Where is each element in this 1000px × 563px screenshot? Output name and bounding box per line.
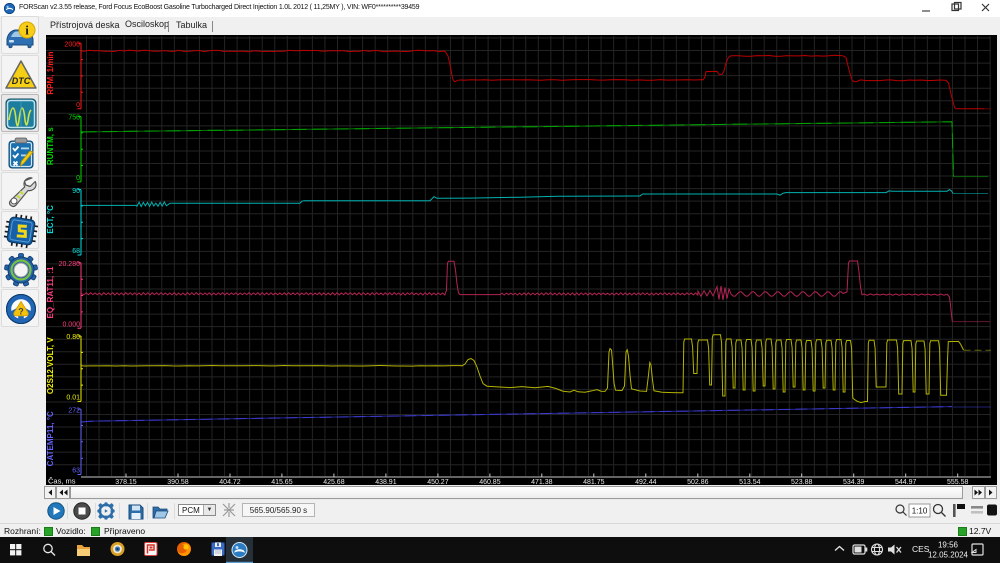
- svg-text:ECT, °C: ECT, °C: [46, 205, 55, 234]
- svg-text:68: 68: [72, 248, 80, 255]
- svg-text:1:10: 1:10: [912, 507, 928, 516]
- svg-text:0.000: 0.000: [62, 321, 80, 328]
- svg-text:i: i: [25, 23, 29, 38]
- svg-text:2000: 2000: [64, 42, 80, 49]
- svg-text:DTC: DTC: [12, 76, 31, 86]
- svg-text:63: 63: [72, 468, 80, 475]
- svg-text:90: 90: [72, 188, 80, 195]
- svg-text:272: 272: [68, 407, 80, 414]
- svg-text:20.280: 20.280: [59, 261, 81, 268]
- svg-text:0: 0: [76, 102, 80, 109]
- svg-text:Čas, ms: Čas, ms: [48, 477, 76, 486]
- svg-text:0.80: 0.80: [66, 334, 80, 341]
- svg-text:?: ?: [18, 307, 24, 317]
- svg-text:RUNTM, s: RUNTM, s: [46, 127, 55, 165]
- svg-text:750: 750: [68, 115, 80, 122]
- svg-text:EQ_RAT11, :1: EQ_RAT11, :1: [46, 266, 55, 318]
- svg-text:0.01: 0.01: [66, 395, 80, 402]
- svg-text:0: 0: [76, 175, 80, 182]
- svg-text:CATEMP11, °C: CATEMP11, °C: [46, 411, 55, 466]
- svg-text:12.05.2024: 12.05.2024: [928, 551, 969, 560]
- svg-text:RPM, 1/min: RPM, 1/min: [46, 51, 55, 94]
- svg-text:O2S12.VOLT, V: O2S12.VOLT, V: [46, 337, 55, 394]
- svg-text:19:56: 19:56: [938, 541, 959, 550]
